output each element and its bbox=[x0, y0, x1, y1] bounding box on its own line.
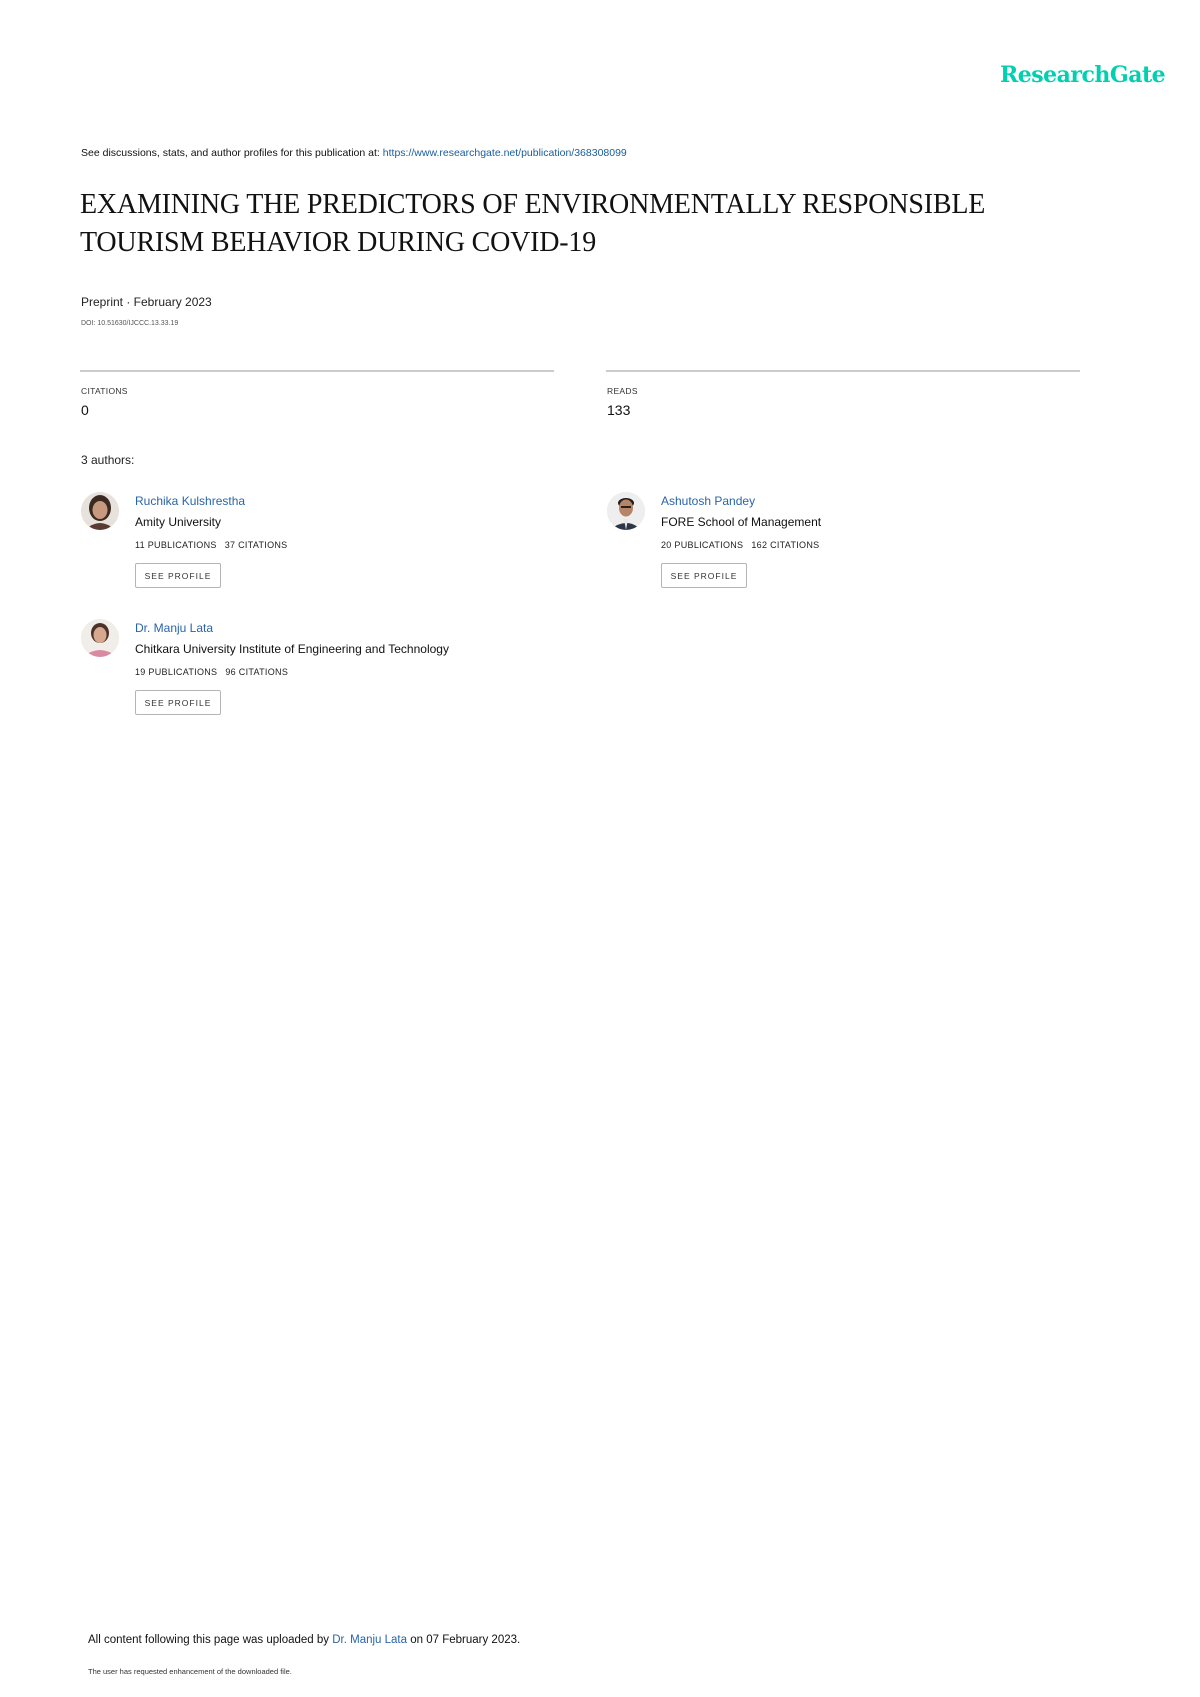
discussion-line: See discussions, stats, and author profi… bbox=[81, 147, 627, 159]
see-profile-button[interactable]: SEE PROFILE bbox=[135, 563, 221, 588]
author-photo-icon bbox=[81, 492, 119, 530]
author-publications: 19 PUBLICATIONS bbox=[135, 667, 218, 677]
citations-label: CITATIONS bbox=[81, 386, 128, 396]
publication-type-date: Preprint · February 2023 bbox=[81, 295, 212, 309]
publication-link[interactable]: https://www.researchgate.net/publication… bbox=[383, 147, 627, 159]
author-photo-icon bbox=[81, 619, 119, 657]
author-stats: 20 PUBLICATIONS 162 CITATIONS bbox=[661, 540, 819, 550]
citations-value: 0 bbox=[81, 402, 89, 418]
author-card: Ashutosh Pandey FORE School of Managemen… bbox=[607, 492, 1087, 602]
author-photo-icon bbox=[607, 492, 645, 530]
upload-suffix: on 07 February 2023. bbox=[410, 1634, 521, 1646]
discussion-prefix: See discussions, stats, and author profi… bbox=[81, 147, 380, 159]
upload-notice: All content following this page was uplo… bbox=[88, 1634, 520, 1646]
author-card: Ruchika Kulshrestha Amity University 11 … bbox=[81, 492, 561, 602]
publication-doi[interactable]: DOI: 10.51630/IJCCC.13.33.19 bbox=[81, 320, 178, 327]
author-name[interactable]: Ashutosh Pandey bbox=[661, 494, 755, 508]
title-line-2: TOURISM BEHAVIOR DURING COVID-19 bbox=[80, 227, 597, 258]
avatar[interactable] bbox=[607, 492, 645, 530]
author-name[interactable]: Dr. Manju Lata bbox=[135, 621, 213, 635]
see-profile-button[interactable]: SEE PROFILE bbox=[135, 690, 221, 715]
author-name[interactable]: Ruchika Kulshrestha bbox=[135, 494, 245, 508]
enhancement-note: The user has requested enhancement of th… bbox=[88, 1667, 292, 1676]
author-publications: 20 PUBLICATIONS bbox=[661, 540, 744, 550]
publication-title: EXAMINING THE PREDICTORS OF ENVIRONMENTA… bbox=[80, 186, 1100, 262]
author-citations: 162 CITATIONS bbox=[751, 540, 820, 550]
author-stats: 19 PUBLICATIONS 96 CITATIONS bbox=[135, 667, 288, 677]
author-institution: FORE School of Management bbox=[661, 515, 822, 529]
avatar[interactable] bbox=[81, 492, 119, 530]
citations-divider bbox=[80, 370, 554, 372]
author-institution: Chitkara University Institute of Enginee… bbox=[135, 642, 449, 656]
author-stats: 11 PUBLICATIONS 37 CITATIONS bbox=[135, 540, 287, 550]
author-card: Dr. Manju Lata Chitkara University Insti… bbox=[81, 619, 561, 729]
reads-label: READS bbox=[607, 386, 638, 396]
author-institution: Amity University bbox=[135, 515, 222, 529]
reads-value: 133 bbox=[607, 402, 631, 418]
avatar[interactable] bbox=[81, 619, 119, 657]
see-profile-button[interactable]: SEE PROFILE bbox=[661, 563, 747, 588]
author-citations: 37 CITATIONS bbox=[224, 540, 288, 550]
title-line-1: EXAMINING THE PREDICTORS OF ENVIRONMENTA… bbox=[80, 189, 986, 220]
reads-divider bbox=[606, 370, 1080, 372]
author-publications: 11 PUBLICATIONS bbox=[135, 540, 217, 550]
uploader-link[interactable]: Dr. Manju Lata bbox=[332, 1634, 407, 1646]
authors-count: 3 authors: bbox=[81, 453, 135, 467]
author-citations: 96 CITATIONS bbox=[225, 667, 289, 677]
upload-prefix: All content following this page was uplo… bbox=[88, 1634, 330, 1646]
researchgate-logo[interactable]: ResearchGate bbox=[1000, 62, 1166, 88]
